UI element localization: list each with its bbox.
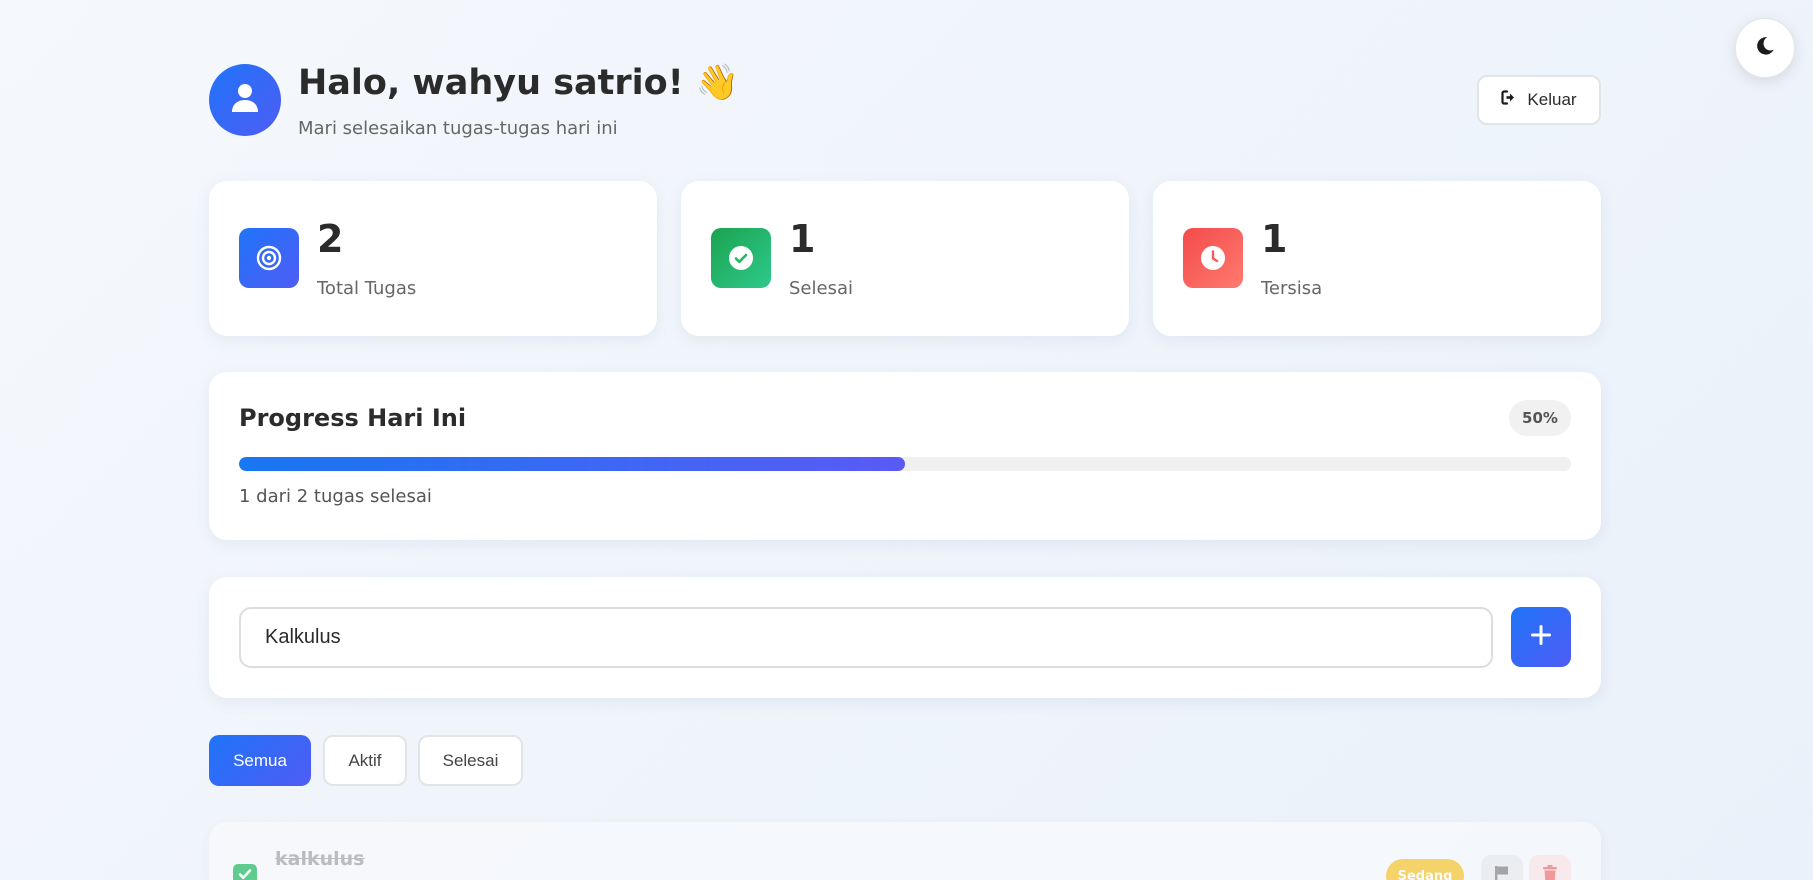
delete-task-button[interactable] bbox=[1529, 855, 1571, 880]
header: Halo, wahyu satrio! 👋 Mari selesaikan tu… bbox=[209, 62, 1601, 152]
filter-tab-active[interactable]: Aktif bbox=[323, 735, 407, 786]
stat-card-completed: 1 Selesai bbox=[681, 181, 1129, 336]
progress-card: Progress Hari Ini 50% 1 dari 2 tugas sel… bbox=[209, 372, 1601, 540]
stat-label: Selesai bbox=[789, 278, 853, 299]
theme-toggle-button[interactable] bbox=[1735, 18, 1795, 78]
logout-label: Keluar bbox=[1527, 90, 1577, 109]
stat-card-remaining: 1 Tersisa bbox=[1153, 181, 1601, 336]
stat-value: 1 bbox=[1261, 217, 1288, 261]
filter-tab-completed[interactable]: Selesai bbox=[418, 735, 523, 786]
check-icon bbox=[237, 866, 253, 880]
add-task-card bbox=[209, 577, 1601, 698]
progress-summary: 1 dari 2 tugas selesai bbox=[239, 486, 432, 507]
stat-label: Total Tugas bbox=[317, 278, 417, 299]
page-title: Halo, wahyu satrio! 👋 bbox=[298, 63, 740, 103]
stat-value: 1 bbox=[789, 217, 816, 261]
moon-icon bbox=[1754, 35, 1776, 61]
task-input[interactable] bbox=[239, 607, 1493, 668]
stat-label: Tersisa bbox=[1261, 278, 1323, 299]
sign-out-icon bbox=[1501, 90, 1518, 110]
add-task-button[interactable] bbox=[1511, 607, 1571, 667]
progress-bar bbox=[239, 457, 1571, 471]
plus-icon bbox=[1531, 625, 1551, 649]
task-checkbox[interactable] bbox=[233, 864, 257, 880]
clock-icon bbox=[1183, 228, 1243, 288]
stat-value: 2 bbox=[317, 217, 344, 261]
trash-icon bbox=[1542, 865, 1558, 880]
task-title: kalkulus bbox=[275, 848, 365, 870]
user-icon bbox=[231, 83, 259, 117]
target-icon bbox=[239, 228, 299, 288]
avatar bbox=[209, 64, 281, 136]
check-circle-icon bbox=[711, 228, 771, 288]
progress-bar-fill bbox=[239, 457, 905, 471]
progress-title: Progress Hari Ini bbox=[239, 404, 467, 432]
stat-card-total: 2 Total Tugas bbox=[209, 181, 657, 336]
filter-tab-all[interactable]: Semua bbox=[209, 735, 311, 786]
priority-flag-button[interactable] bbox=[1481, 855, 1523, 880]
priority-badge: Sedang bbox=[1386, 859, 1464, 880]
page-subtitle: Mari selesaikan tugas-tugas hari ini bbox=[298, 118, 618, 139]
task-item: kalkulus Sedang bbox=[209, 822, 1601, 880]
logout-button[interactable]: Keluar bbox=[1477, 75, 1601, 125]
flag-icon bbox=[1494, 865, 1510, 880]
progress-percent-badge: 50% bbox=[1509, 400, 1571, 436]
